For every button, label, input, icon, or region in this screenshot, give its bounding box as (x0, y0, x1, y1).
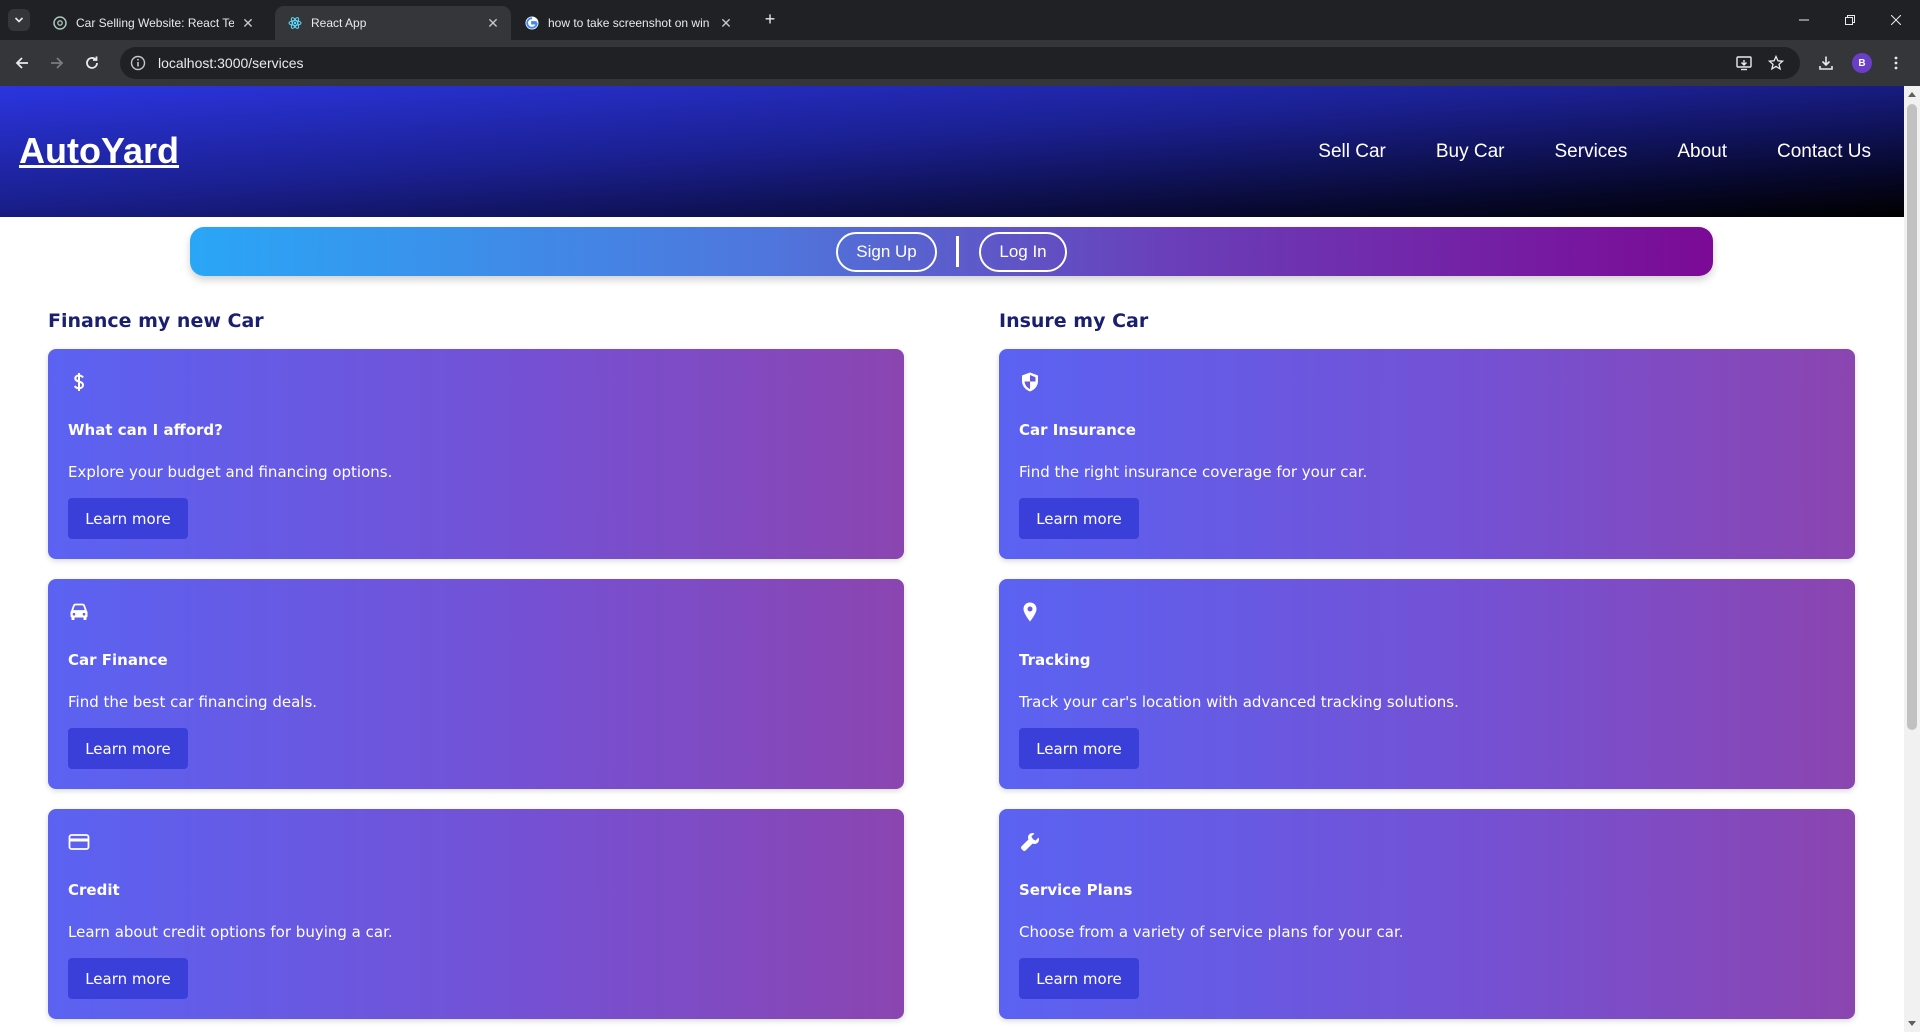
tab-react-app[interactable]: React App ✕ (275, 6, 511, 40)
scroll-up-arrow-icon[interactable] (1908, 92, 1916, 97)
restore-icon (1845, 15, 1855, 25)
auth-bar: Sign Up Log In (190, 227, 1713, 276)
card-description: Explore your budget and financing option… (68, 463, 393, 481)
nav-about[interactable]: About (1677, 141, 1727, 163)
minimize-button[interactable] (1788, 8, 1820, 32)
service-card-service-plans: Service Plans Choose from a variety of s… (999, 809, 1855, 1019)
close-icon (1891, 15, 1901, 25)
nav-contact-us[interactable]: Contact Us (1777, 141, 1871, 163)
browser-menu-button[interactable] (1884, 51, 1908, 75)
google-icon (524, 15, 540, 31)
tab-google-search[interactable]: how to take screenshot on win ✕ (512, 6, 744, 40)
profile-initial: B (1858, 57, 1866, 69)
card-title: What can I afford? (68, 421, 223, 439)
nav-services[interactable]: Services (1555, 141, 1628, 163)
auth-divider (956, 236, 959, 267)
learn-more-button[interactable]: Learn more (68, 728, 188, 769)
card-title: Service Plans (1019, 881, 1133, 899)
tab-car-selling[interactable]: Car Selling Website: React Tem ✕ (40, 6, 266, 40)
service-card-insurance: Car Insurance Find the right insurance c… (999, 349, 1855, 559)
tab-title: Car Selling Website: React Tem (76, 16, 234, 30)
browser-toolbar: localhost:3000/services B (0, 40, 1920, 86)
card-description: Choose from a variety of service plans f… (1019, 923, 1404, 941)
browser-tab-strip: Car Selling Website: React Tem ✕ React A… (0, 0, 1920, 40)
avatar: B (1852, 53, 1872, 73)
service-card-tracking: Tracking Track your car's location with … (999, 579, 1855, 789)
log-in-button[interactable]: Log In (979, 232, 1067, 272)
car-icon (67, 600, 91, 624)
learn-more-button[interactable]: Learn more (1019, 498, 1139, 539)
address-bar[interactable]: localhost:3000/services (120, 47, 1800, 79)
scrollbar-thumb[interactable] (1907, 104, 1917, 730)
card-description: Track your car's location with advanced … (1019, 693, 1459, 711)
forward-button[interactable] (45, 51, 69, 75)
chevron-down-icon (14, 17, 24, 23)
profile-button[interactable]: B (1850, 51, 1874, 75)
shield-icon (1018, 370, 1042, 394)
card-description: Find the right insurance coverage for yo… (1019, 463, 1368, 481)
learn-more-button[interactable]: Learn more (68, 498, 188, 539)
credit-card-icon (67, 830, 91, 854)
section-title-insure: Insure my Car (999, 310, 1149, 332)
chatgpt-icon (52, 15, 68, 31)
download-icon (1819, 56, 1833, 70)
card-description: Learn about credit options for buying a … (68, 923, 393, 941)
restore-button[interactable] (1834, 8, 1866, 32)
brand-logo-link[interactable]: AutoYard (19, 130, 179, 172)
sign-up-button[interactable]: Sign Up (836, 232, 937, 272)
arrow-left-icon (15, 57, 28, 69)
back-button[interactable] (10, 51, 34, 75)
nav-sell-car[interactable]: Sell Car (1318, 141, 1386, 163)
learn-more-button[interactable]: Learn more (1019, 728, 1139, 769)
card-title: Car Insurance (1019, 421, 1136, 439)
tab-search-button[interactable] (8, 9, 30, 31)
service-card-afford: What can I afford? Explore your budget a… (48, 349, 904, 559)
page-scrollbar[interactable] (1904, 86, 1920, 1032)
minimize-icon (1799, 19, 1809, 21)
card-title: Car Finance (68, 651, 168, 669)
more-vertical-icon (1894, 56, 1898, 70)
reload-icon (86, 56, 98, 69)
react-icon (287, 15, 303, 31)
close-icon[interactable]: ✕ (485, 15, 501, 31)
new-tab-button[interactable]: + (760, 10, 780, 30)
service-card-car-finance: Car Finance Find the best car financing … (48, 579, 904, 789)
reload-button[interactable] (80, 51, 104, 75)
url-text: localhost:3000/services (158, 55, 304, 71)
close-window-button[interactable] (1880, 8, 1912, 32)
nav-buy-car[interactable]: Buy Car (1436, 141, 1505, 163)
page-viewport: AutoYard Sell Car Buy Car Services About… (0, 86, 1904, 1032)
tab-title: how to take screenshot on win (548, 16, 710, 30)
tab-title: React App (311, 16, 367, 30)
bookmark-star-icon[interactable] (1766, 53, 1786, 73)
close-icon[interactable]: ✕ (718, 15, 734, 31)
site-info-icon[interactable] (128, 53, 148, 73)
scroll-down-arrow-icon[interactable] (1908, 1021, 1916, 1026)
dollar-icon (67, 370, 91, 394)
card-title: Tracking (1019, 651, 1091, 669)
wrench-icon (1018, 830, 1042, 854)
close-icon[interactable]: ✕ (240, 15, 256, 31)
site-header: AutoYard Sell Car Buy Car Services About… (0, 86, 1904, 217)
arrow-right-icon (51, 57, 64, 69)
install-app-icon[interactable] (1734, 53, 1754, 73)
main-nav: Sell Car Buy Car Services About Contact … (1318, 141, 1871, 163)
learn-more-button[interactable]: Learn more (1019, 958, 1139, 999)
map-pin-icon (1018, 600, 1042, 624)
downloads-button[interactable] (1814, 51, 1838, 75)
learn-more-button[interactable]: Learn more (68, 958, 188, 999)
card-title: Credit (68, 881, 120, 899)
card-description: Find the best car financing deals. (68, 693, 318, 711)
service-card-credit: Credit Learn about credit options for bu… (48, 809, 904, 1019)
section-title-finance: Finance my new Car (48, 310, 264, 332)
